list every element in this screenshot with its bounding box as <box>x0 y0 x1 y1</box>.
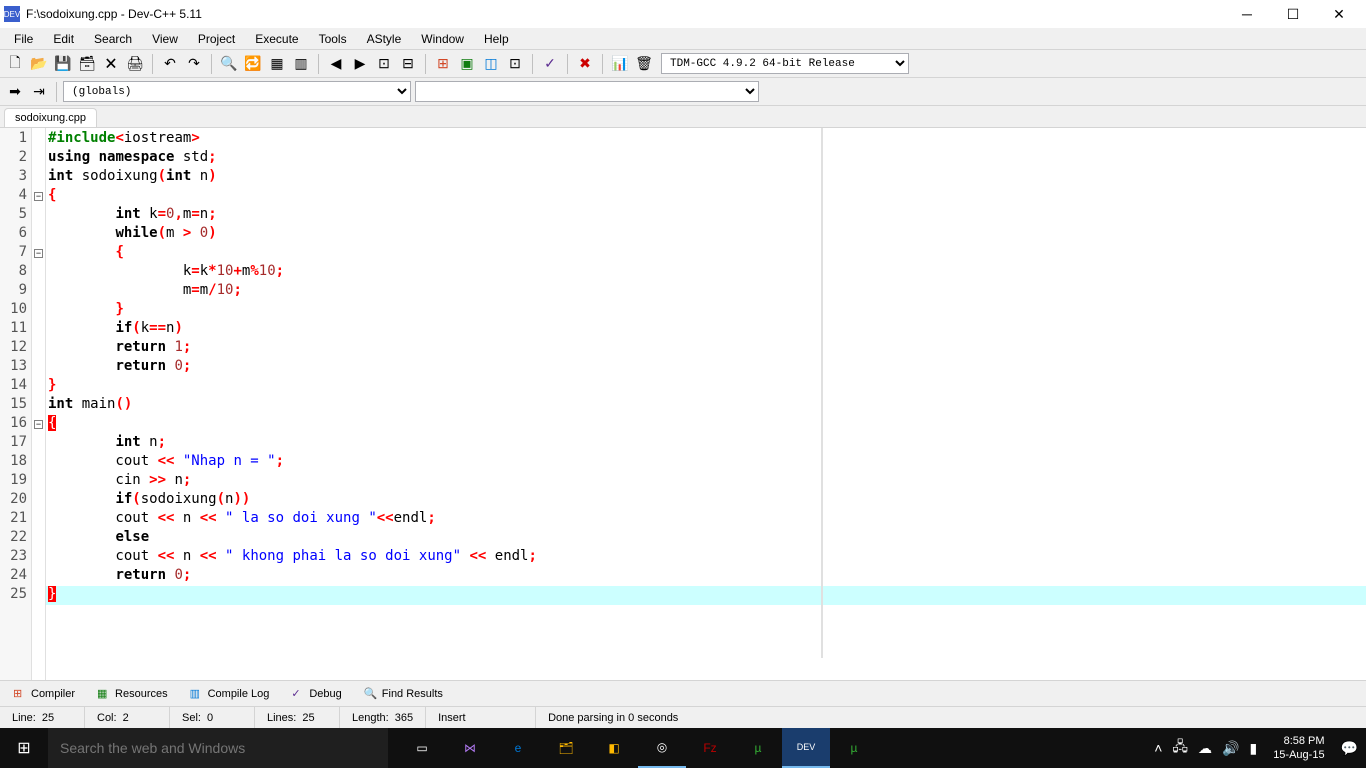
menu-file[interactable]: File <box>4 30 43 48</box>
fold-gutter: − − − <box>32 128 46 680</box>
close-file-icon[interactable]: 🗙 <box>100 53 122 75</box>
btab-debug[interactable]: ✓Debug <box>282 683 350 705</box>
app-icon: DEV <box>4 6 20 22</box>
task-view-icon[interactable]: ▭ <box>398 728 446 768</box>
menubar: File Edit Search View Project Execute To… <box>0 28 1366 50</box>
fold-toggle-icon[interactable]: − <box>34 420 43 429</box>
btab-compiler[interactable]: ⊞Compiler <box>4 683 84 705</box>
devcpp-icon[interactable]: DEV <box>782 728 830 768</box>
utorrent2-icon[interactable]: µ <box>830 728 878 768</box>
file-explorer-icon[interactable]: 🗂 <box>542 728 590 768</box>
toolbar-separator <box>56 82 57 102</box>
tray-language-icon[interactable]: ▮ <box>1249 740 1257 757</box>
statusbar: Line:25 Col:2 Sel:0 Lines:25 Length:365 … <box>0 706 1366 728</box>
rebuild-icon[interactable]: ⊡ <box>504 53 526 75</box>
code-area[interactable]: #include<iostream> using namespace std; … <box>46 128 1366 680</box>
delete-profile-icon[interactable]: 🗑 <box>633 53 655 75</box>
open-file-icon[interactable]: 📂 <box>28 53 50 75</box>
undo-icon[interactable]: ↶ <box>159 53 181 75</box>
goto-impl-icon[interactable]: ⇥ <box>28 81 50 103</box>
tray-chevron-up-icon[interactable]: ˄ <box>1154 740 1162 756</box>
main-toolbar: 🗋 📂 💾 🗃 🗙 🖨 ↶ ↷ 🔍 🔁 ▦ ▥ ◀ ▶ ⊡ ⊟ ⊞ ▣ ◫ ⊡ … <box>0 50 1366 78</box>
compiler-select[interactable]: TDM-GCC 4.9.2 64-bit Release <box>661 53 909 74</box>
margin-line <box>821 128 823 658</box>
menu-search[interactable]: Search <box>84 30 142 48</box>
toolbar-separator <box>602 54 603 74</box>
tray-clock[interactable]: 8:58 PM 15-Aug-15 <box>1267 734 1330 762</box>
new-file-icon[interactable]: 🗋 <box>4 53 26 75</box>
filezilla-icon[interactable]: Fz <box>686 728 734 768</box>
toolbar-separator <box>211 54 212 74</box>
toolbar-separator <box>318 54 319 74</box>
fold-toggle-icon[interactable]: − <box>34 192 43 201</box>
minimize-button[interactable]: ─ <box>1224 0 1270 28</box>
menu-edit[interactable]: Edit <box>43 30 84 48</box>
pes-icon[interactable]: ◧ <box>590 728 638 768</box>
menu-view[interactable]: View <box>142 30 188 48</box>
search-input[interactable] <box>48 728 388 768</box>
tray-onedrive-icon[interactable]: ☁ <box>1198 740 1212 757</box>
save-all-icon[interactable]: 🗃 <box>76 53 98 75</box>
menu-project[interactable]: Project <box>188 30 245 48</box>
code-editor[interactable]: 1234567891011121314151617181920212223242… <box>0 128 1366 680</box>
find-icon[interactable]: 🔍 <box>218 53 240 75</box>
menu-execute[interactable]: Execute <box>245 30 308 48</box>
debug-icon[interactable]: ✓ <box>539 53 561 75</box>
visual-studio-icon[interactable]: ⋈ <box>446 728 494 768</box>
class-toolbar: ➡ ⇥ (globals) <box>0 78 1366 106</box>
tray-notifications-icon[interactable]: 💬 <box>1341 740 1358 757</box>
toolbar-separator <box>425 54 426 74</box>
insert-mode: Insert <box>426 707 536 728</box>
tray-network-icon[interactable]: 🖧 <box>1172 736 1188 760</box>
titlebar: DEV F:\sodoixung.cpp - Dev-C++ 5.11 ─ ☐ … <box>0 0 1366 28</box>
fold-toggle-icon[interactable]: − <box>34 249 43 258</box>
compile-run-icon[interactable]: ◫ <box>480 53 502 75</box>
tray-volume-icon[interactable]: 🔊 <box>1222 740 1239 757</box>
replace-icon[interactable]: 🔁 <box>242 53 264 75</box>
member-select[interactable] <box>415 81 759 102</box>
back-icon[interactable]: ◀ <box>325 53 347 75</box>
maximize-button[interactable]: ☐ <box>1270 0 1316 28</box>
profile-icon[interactable]: 📊 <box>609 53 631 75</box>
add-watch-icon[interactable]: ⊡ <box>373 53 395 75</box>
bookmark-icon[interactable]: ▥ <box>290 53 312 75</box>
menu-help[interactable]: Help <box>474 30 519 48</box>
close-button[interactable]: ✕ <box>1316 0 1362 28</box>
bottom-panel-tabs: ⊞Compiler ▦Resources ▥Compile Log ✓Debug… <box>0 680 1366 706</box>
run-icon[interactable]: ▣ <box>456 53 478 75</box>
toolbar-separator <box>152 54 153 74</box>
system-tray: ˄ 🖧 ☁ 🔊 ▮ 8:58 PM 15-Aug-15 💬 <box>1146 734 1366 762</box>
btab-resources[interactable]: ▦Resources <box>88 683 177 705</box>
compile-icon[interactable]: ⊞ <box>432 53 454 75</box>
toggle-breakpoint-icon[interactable]: ⊟ <box>397 53 419 75</box>
toolbar-separator <box>532 54 533 74</box>
windows-taskbar: ⊞ ▭ ⋈ e 🗂 ◧ ◎ Fz µ DEV µ ˄ 🖧 ☁ 🔊 ▮ 8:58 … <box>0 728 1366 768</box>
start-button[interactable]: ⊞ <box>0 728 48 768</box>
utorrent-icon[interactable]: µ <box>734 728 782 768</box>
menu-astyle[interactable]: AStyle <box>357 30 412 48</box>
chrome-icon[interactable]: ◎ <box>638 728 686 768</box>
line-number-gutter: 1234567891011121314151617181920212223242… <box>0 128 32 680</box>
forward-icon[interactable]: ▶ <box>349 53 371 75</box>
redo-icon[interactable]: ↷ <box>183 53 205 75</box>
menu-window[interactable]: Window <box>411 30 474 48</box>
window-title: F:\sodoixung.cpp - Dev-C++ 5.11 <box>26 7 1224 21</box>
stop-icon[interactable]: ✖ <box>574 53 596 75</box>
btab-compile-log[interactable]: ▥Compile Log <box>181 683 279 705</box>
goto-func-icon[interactable]: ➡ <box>4 81 26 103</box>
menu-tools[interactable]: Tools <box>309 30 357 48</box>
btab-find-results[interactable]: 🔍Find Results <box>355 683 452 705</box>
toolbar-separator <box>567 54 568 74</box>
save-icon[interactable]: 💾 <box>52 53 74 75</box>
scope-select[interactable]: (globals) <box>63 81 411 102</box>
file-tabs: sodoixung.cpp <box>0 106 1366 128</box>
edge-icon[interactable]: e <box>494 728 542 768</box>
goto-line-icon[interactable]: ▦ <box>266 53 288 75</box>
tab-sodoixung[interactable]: sodoixung.cpp <box>4 108 97 127</box>
print-icon[interactable]: 🖨 <box>124 53 146 75</box>
status-text: Done parsing in 0 seconds <box>536 707 1366 728</box>
